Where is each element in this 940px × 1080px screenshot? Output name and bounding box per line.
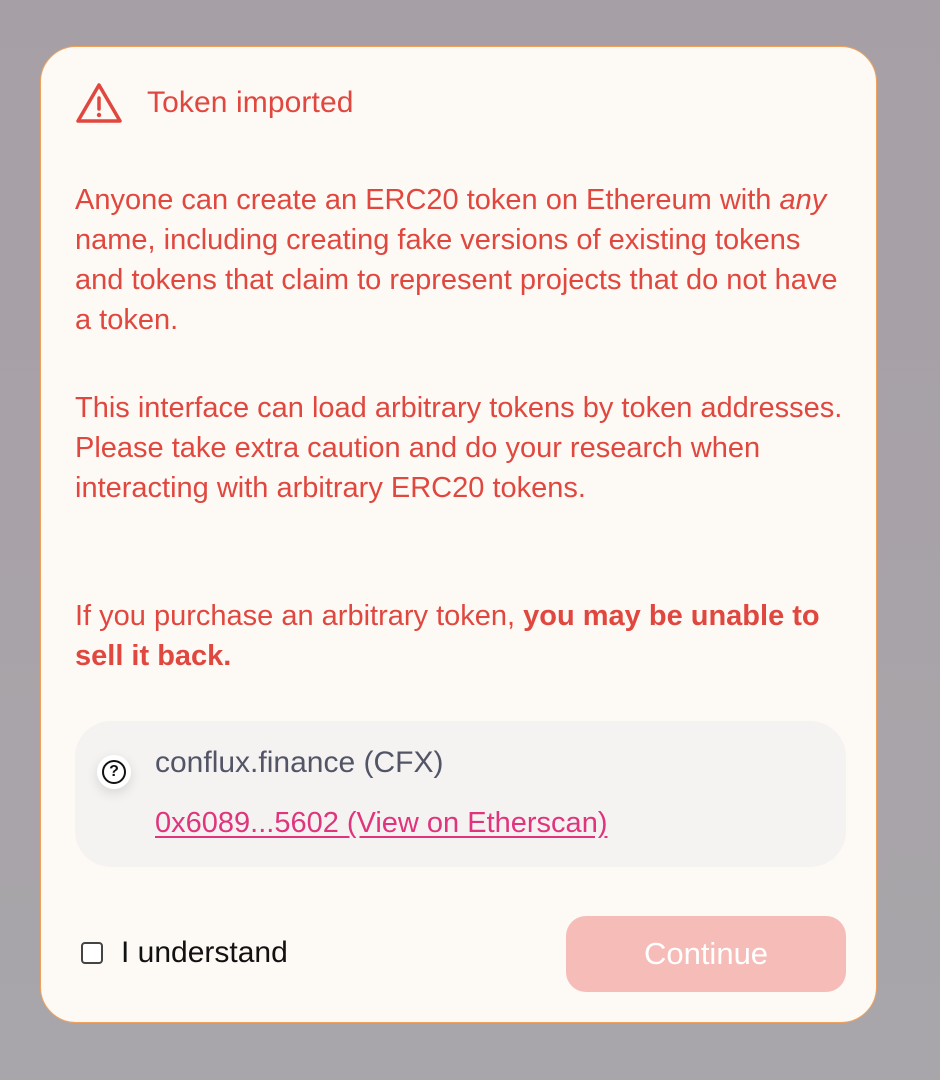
etherscan-link[interactable]: 0x6089...5602 (View on Etherscan): [155, 807, 607, 840]
continue-button[interactable]: Continue: [566, 916, 846, 992]
question-circle-icon: ?: [97, 755, 131, 789]
emphasis-any: any: [779, 184, 827, 216]
modal-header: Token imported: [75, 81, 354, 125]
warning-paragraph-3: If you purchase an arbitrary token, you …: [75, 600, 820, 672]
token-info-card: ? conflux.finance (CFX) 0x6089...5602 (V…: [75, 721, 846, 867]
token-import-warning-modal: Token imported Anyone can create an ERC2…: [40, 46, 877, 1023]
warning-triangle-icon: [75, 81, 123, 125]
understand-checkbox[interactable]: [81, 942, 103, 964]
token-name: conflux.finance (CFX): [155, 746, 444, 779]
modal-title: Token imported: [147, 86, 354, 119]
warning-paragraph-2: This interface can load arbitrary tokens…: [75, 392, 843, 504]
warning-paragraph-1: Anyone can create an ERC20 token on Ethe…: [75, 184, 838, 336]
understand-checkbox-row[interactable]: I understand: [81, 936, 288, 970]
understand-label[interactable]: I understand: [121, 936, 288, 970]
